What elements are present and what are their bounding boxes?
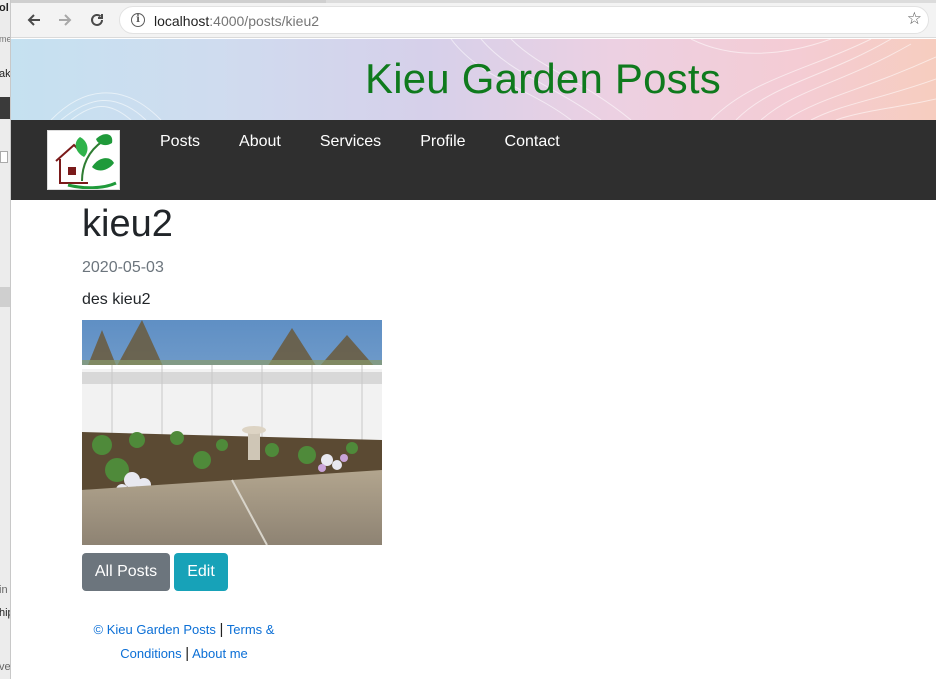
header-banner: Kieu Garden Posts	[11, 39, 936, 120]
bg-text-fragment: hip	[0, 607, 10, 619]
background-window-edge: ol me ak in hip ve	[0, 0, 11, 679]
url-text[interactable]: localhost:4000/posts/kieu2	[154, 13, 319, 29]
footer-about-link[interactable]: About me	[192, 646, 248, 661]
footer: © Kieu Garden Posts | Terms & Conditions…	[86, 618, 282, 666]
tab-strip	[11, 0, 936, 3]
address-bar[interactable]: i localhost:4000/posts/kieu2 ☆	[119, 6, 929, 34]
post-title: kieu2	[82, 203, 173, 245]
site-logo[interactable]	[47, 130, 120, 190]
bg-text-fragment: ol	[0, 2, 9, 14]
forward-icon[interactable]	[54, 9, 76, 31]
footer-copyright-link[interactable]: © Kieu Garden Posts	[94, 622, 216, 637]
back-icon[interactable]	[23, 9, 45, 31]
nav-link-contact[interactable]: Contact	[505, 133, 560, 151]
reload-icon[interactable]	[86, 9, 108, 31]
all-posts-button[interactable]: All Posts	[82, 553, 170, 591]
nav-link-posts[interactable]: Posts	[160, 133, 200, 151]
footer-separator: |	[219, 621, 224, 638]
bg-text-fragment: me	[0, 34, 10, 44]
url-path: :4000/posts/kieu2	[209, 13, 320, 29]
post-date: 2020-05-03	[82, 259, 164, 276]
bg-text-fragment: in	[0, 584, 8, 596]
bg-gray-bar	[0, 287, 10, 307]
bg-text-fragment: ak	[0, 68, 11, 80]
nav-link-about[interactable]: About	[239, 133, 281, 151]
garden-photo-image	[82, 320, 382, 545]
site-title: Kieu Garden Posts	[365, 55, 721, 102]
url-host: localhost	[154, 13, 210, 29]
footer-separator: |	[185, 645, 190, 662]
main-navbar: Posts About Services Profile Contact	[11, 120, 936, 200]
post-photo	[82, 320, 382, 545]
edit-button[interactable]: Edit	[174, 553, 228, 591]
bookmark-star-icon[interactable]: ☆	[907, 10, 922, 27]
nav-link-profile[interactable]: Profile	[420, 133, 465, 151]
nav-link-services[interactable]: Services	[320, 133, 381, 151]
bg-dark-bar	[0, 97, 10, 119]
nav-links: Posts About Services Profile Contact	[160, 133, 599, 151]
bg-checkbox	[0, 151, 8, 163]
house-leaf-logo-icon	[55, 134, 117, 189]
info-icon[interactable]: i	[131, 13, 145, 27]
bg-text-fragment: ve	[0, 661, 11, 673]
browser-toolbar: i localhost:4000/posts/kieu2 ☆	[11, 0, 936, 38]
post-description: des kieu2	[82, 291, 151, 308]
